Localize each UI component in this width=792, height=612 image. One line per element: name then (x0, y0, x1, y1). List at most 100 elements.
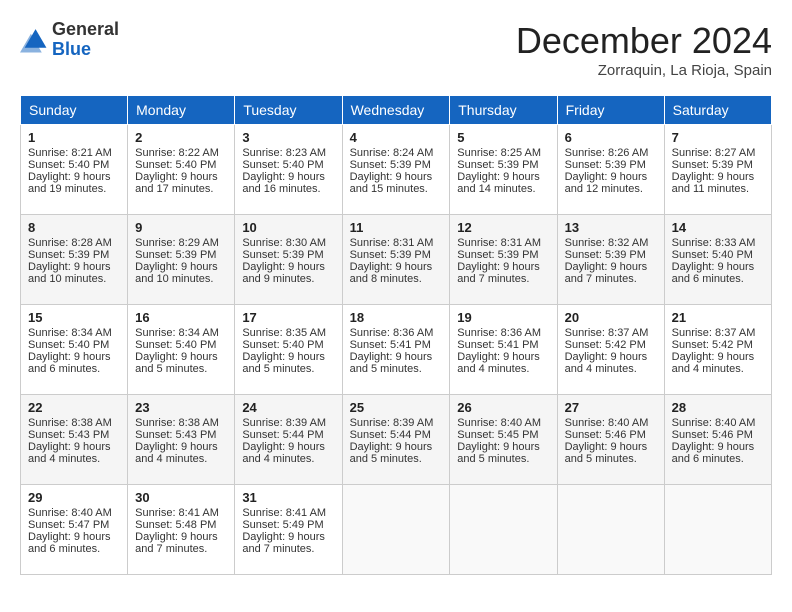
cell-w3-6: 21 Sunrise: 8:37 AM Sunset: 5:42 PM Dayl… (664, 305, 771, 395)
sunrise-label: Sunrise: 8:38 AM (135, 417, 219, 429)
sunrise-label: Sunrise: 8:40 AM (565, 417, 649, 429)
week-row-5: 29 Sunrise: 8:40 AM Sunset: 5:47 PM Dayl… (21, 485, 772, 575)
daylight-label: Daylight: 9 hours and 4 minutes. (672, 351, 755, 375)
daylight-label: Daylight: 9 hours and 12 minutes. (565, 171, 648, 195)
sunset-label: Sunset: 5:48 PM (135, 519, 216, 531)
calendar-table: Sunday Monday Tuesday Wednesday Thursday… (20, 95, 772, 575)
sunrise-label: Sunrise: 8:41 AM (135, 507, 219, 519)
sunrise-label: Sunrise: 8:30 AM (242, 237, 326, 249)
sunrise-label: Sunrise: 8:26 AM (565, 147, 649, 159)
sunset-label: Sunset: 5:39 PM (672, 159, 753, 171)
day-number: 26 (457, 400, 549, 415)
month-title: December 2024 (516, 20, 772, 62)
daylight-label: Daylight: 9 hours and 15 minutes. (350, 171, 433, 195)
cell-w5-4 (450, 485, 557, 575)
day-number: 17 (242, 310, 334, 325)
week-row-2: 8 Sunrise: 8:28 AM Sunset: 5:39 PM Dayli… (21, 215, 772, 305)
cell-w2-6: 14 Sunrise: 8:33 AM Sunset: 5:40 PM Dayl… (664, 215, 771, 305)
col-saturday: Saturday (664, 96, 771, 125)
daylight-label: Daylight: 9 hours and 6 minutes. (672, 441, 755, 465)
sunset-label: Sunset: 5:40 PM (242, 339, 323, 351)
cell-w5-3 (342, 485, 450, 575)
day-number: 22 (28, 400, 120, 415)
day-number: 8 (28, 220, 120, 235)
sunset-label: Sunset: 5:42 PM (672, 339, 753, 351)
sunrise-label: Sunrise: 8:38 AM (28, 417, 112, 429)
day-number: 3 (242, 130, 334, 145)
day-number: 18 (350, 310, 443, 325)
day-number: 29 (28, 490, 120, 505)
day-number: 27 (565, 400, 657, 415)
sunset-label: Sunset: 5:40 PM (135, 339, 216, 351)
sunset-label: Sunset: 5:41 PM (457, 339, 538, 351)
sunrise-label: Sunrise: 8:41 AM (242, 507, 326, 519)
sunset-label: Sunset: 5:40 PM (28, 339, 109, 351)
daylight-label: Daylight: 9 hours and 17 minutes. (135, 171, 218, 195)
sunrise-label: Sunrise: 8:39 AM (350, 417, 434, 429)
cell-w1-3: 4 Sunrise: 8:24 AM Sunset: 5:39 PM Dayli… (342, 125, 450, 215)
daylight-label: Daylight: 9 hours and 19 minutes. (28, 171, 111, 195)
col-thursday: Thursday (450, 96, 557, 125)
col-friday: Friday (557, 96, 664, 125)
cell-w5-0: 29 Sunrise: 8:40 AM Sunset: 5:47 PM Dayl… (21, 485, 128, 575)
cell-w1-6: 7 Sunrise: 8:27 AM Sunset: 5:39 PM Dayli… (664, 125, 771, 215)
cell-w4-5: 27 Sunrise: 8:40 AM Sunset: 5:46 PM Dayl… (557, 395, 664, 485)
sunset-label: Sunset: 5:39 PM (242, 249, 323, 261)
sunrise-label: Sunrise: 8:33 AM (672, 237, 756, 249)
cell-w4-3: 25 Sunrise: 8:39 AM Sunset: 5:44 PM Dayl… (342, 395, 450, 485)
cell-w4-1: 23 Sunrise: 8:38 AM Sunset: 5:43 PM Dayl… (128, 395, 235, 485)
daylight-label: Daylight: 9 hours and 5 minutes. (135, 351, 218, 375)
day-number: 2 (135, 130, 227, 145)
sunset-label: Sunset: 5:40 PM (672, 249, 753, 261)
logo-icon (20, 26, 48, 54)
cell-w1-4: 5 Sunrise: 8:25 AM Sunset: 5:39 PM Dayli… (450, 125, 557, 215)
sunset-label: Sunset: 5:46 PM (672, 429, 753, 441)
sunset-label: Sunset: 5:40 PM (242, 159, 323, 171)
week-row-4: 22 Sunrise: 8:38 AM Sunset: 5:43 PM Dayl… (21, 395, 772, 485)
daylight-label: Daylight: 9 hours and 4 minutes. (565, 351, 648, 375)
sunset-label: Sunset: 5:43 PM (28, 429, 109, 441)
cell-w2-3: 11 Sunrise: 8:31 AM Sunset: 5:39 PM Dayl… (342, 215, 450, 305)
col-monday: Monday (128, 96, 235, 125)
cell-w1-5: 6 Sunrise: 8:26 AM Sunset: 5:39 PM Dayli… (557, 125, 664, 215)
day-number: 10 (242, 220, 334, 235)
daylight-label: Daylight: 9 hours and 10 minutes. (28, 261, 111, 285)
sunrise-label: Sunrise: 8:23 AM (242, 147, 326, 159)
title-block: December 2024 Zorraquin, La Rioja, Spain (516, 20, 772, 79)
day-number: 12 (457, 220, 549, 235)
day-number: 11 (350, 220, 443, 235)
daylight-label: Daylight: 9 hours and 7 minutes. (565, 261, 648, 285)
cell-w3-1: 16 Sunrise: 8:34 AM Sunset: 5:40 PM Dayl… (128, 305, 235, 395)
cell-w2-5: 13 Sunrise: 8:32 AM Sunset: 5:39 PM Dayl… (557, 215, 664, 305)
sunset-label: Sunset: 5:47 PM (28, 519, 109, 531)
sunset-label: Sunset: 5:46 PM (565, 429, 646, 441)
daylight-label: Daylight: 9 hours and 10 minutes. (135, 261, 218, 285)
cell-w2-0: 8 Sunrise: 8:28 AM Sunset: 5:39 PM Dayli… (21, 215, 128, 305)
sunrise-label: Sunrise: 8:36 AM (457, 327, 541, 339)
sunrise-label: Sunrise: 8:35 AM (242, 327, 326, 339)
cell-w5-6 (664, 485, 771, 575)
sunrise-label: Sunrise: 8:24 AM (350, 147, 434, 159)
day-number: 19 (457, 310, 549, 325)
cell-w3-5: 20 Sunrise: 8:37 AM Sunset: 5:42 PM Dayl… (557, 305, 664, 395)
day-number: 9 (135, 220, 227, 235)
sunset-label: Sunset: 5:39 PM (565, 159, 646, 171)
sunset-label: Sunset: 5:44 PM (350, 429, 431, 441)
sunset-label: Sunset: 5:44 PM (242, 429, 323, 441)
daylight-label: Daylight: 9 hours and 7 minutes. (135, 531, 218, 555)
sunrise-label: Sunrise: 8:37 AM (565, 327, 649, 339)
sunset-label: Sunset: 5:39 PM (457, 159, 538, 171)
daylight-label: Daylight: 9 hours and 4 minutes. (242, 441, 325, 465)
sunrise-label: Sunrise: 8:22 AM (135, 147, 219, 159)
week-row-1: 1 Sunrise: 8:21 AM Sunset: 5:40 PM Dayli… (21, 125, 772, 215)
daylight-label: Daylight: 9 hours and 7 minutes. (242, 531, 325, 555)
daylight-label: Daylight: 9 hours and 14 minutes. (457, 171, 540, 195)
sunset-label: Sunset: 5:42 PM (565, 339, 646, 351)
daylight-label: Daylight: 9 hours and 4 minutes. (457, 351, 540, 375)
daylight-label: Daylight: 9 hours and 7 minutes. (457, 261, 540, 285)
daylight-label: Daylight: 9 hours and 5 minutes. (565, 441, 648, 465)
daylight-label: Daylight: 9 hours and 11 minutes. (672, 171, 755, 195)
cell-w4-0: 22 Sunrise: 8:38 AM Sunset: 5:43 PM Dayl… (21, 395, 128, 485)
location: Zorraquin, La Rioja, Spain (516, 62, 772, 79)
daylight-label: Daylight: 9 hours and 4 minutes. (28, 441, 111, 465)
